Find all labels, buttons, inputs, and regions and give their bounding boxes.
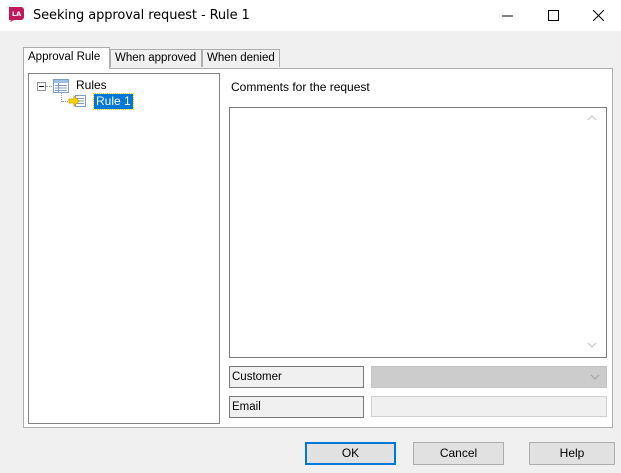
rules-list-icon	[53, 79, 69, 93]
ok-button[interactable]: OK	[305, 442, 396, 465]
rule-arrow-icon	[68, 95, 86, 107]
email-field[interactable]	[371, 396, 607, 417]
minimize-button[interactable]	[484, 0, 530, 31]
scroll-down-icon[interactable]	[586, 340, 598, 350]
tab-when-approved[interactable]: When approved	[110, 49, 202, 67]
title-bar: LA Seeking approval request - Rule 1	[0, 0, 621, 31]
cancel-button[interactable]: Cancel	[413, 442, 504, 465]
la-app-icon: LA	[9, 7, 24, 22]
minimize-icon	[501, 15, 513, 17]
email-label: Email	[229, 396, 364, 418]
help-button[interactable]: Help	[529, 442, 615, 465]
tree-node-rules[interactable]: Rules	[76, 78, 107, 92]
customer-select[interactable]	[371, 366, 607, 388]
comments-textarea[interactable]	[229, 107, 607, 358]
tab-when-denied[interactable]: When denied	[202, 49, 280, 67]
tab-approval-rule[interactable]: Approval Rule	[23, 47, 110, 69]
maximize-button[interactable]	[530, 0, 576, 31]
svg-text:LA: LA	[12, 10, 21, 18]
close-button[interactable]	[575, 0, 621, 31]
tree-connector	[46, 86, 52, 87]
scroll-up-icon[interactable]	[586, 113, 598, 123]
rules-tree[interactable]: Rules Rule 1	[28, 73, 220, 424]
chevron-down-icon	[590, 374, 600, 380]
close-icon	[592, 10, 604, 21]
window-title: Seeking approval request - Rule 1	[33, 8, 250, 23]
maximize-icon	[547, 10, 559, 21]
comments-label: Comments for the request	[231, 80, 370, 94]
tree-node-rule-1[interactable]: Rule 1	[93, 93, 134, 110]
customer-label: Customer	[229, 366, 364, 388]
collapse-toggle-icon[interactable]	[37, 82, 46, 91]
